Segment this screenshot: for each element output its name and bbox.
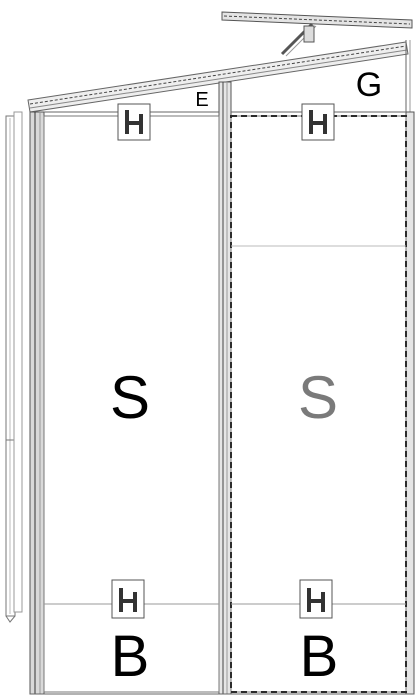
label-gutter: G (356, 66, 382, 104)
label-panel-right: S (298, 364, 338, 431)
h-bracket-bottom-left (111, 579, 145, 619)
left-post (29, 111, 45, 695)
h-bracket-top-left (117, 103, 151, 141)
label-panel-left: S (110, 364, 150, 431)
label-base-left: B (111, 624, 150, 689)
center-post (218, 81, 232, 695)
label-roof-edge: E (195, 89, 208, 111)
roof-top-bracket (221, 11, 413, 29)
h-bracket-bottom-right (299, 579, 333, 619)
shed-elevation-diagram: E G S S B B (5, 11, 415, 695)
roof-beam (27, 41, 409, 113)
h-bracket-top-right (301, 103, 335, 141)
right-post (405, 111, 415, 695)
left-side-pipe (5, 111, 23, 623)
label-base-right: B (300, 624, 339, 689)
